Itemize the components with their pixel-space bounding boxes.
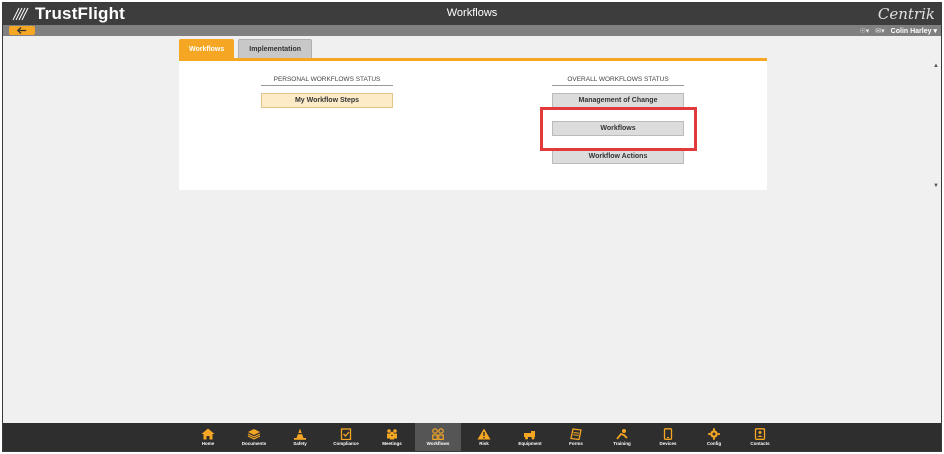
dock-item-safety[interactable]: Safety (277, 423, 323, 451)
tab-implementation[interactable]: Implementation (238, 39, 312, 59)
compliance-icon (340, 428, 352, 440)
meetings-icon (387, 429, 397, 440)
overall-status-heading: OVERALL WORKFLOWS STATUS (552, 76, 684, 86)
dock-label: Training (613, 441, 631, 446)
lightbulb-icon[interactable]: ☉▾ (859, 27, 869, 35)
top-bar: TrustFlight Workflows Centrik (3, 3, 941, 25)
user-name: Colin Harley (890, 27, 932, 35)
forms-icon (570, 428, 582, 440)
dock-item-meetings[interactable]: Meetings (369, 423, 415, 451)
tab-workflows[interactable]: Workflows (179, 39, 235, 59)
dock-item-documents[interactable]: Documents (231, 423, 277, 451)
dock-item-equipment[interactable]: Equipment (507, 423, 553, 451)
dock-label: Risk (479, 441, 489, 446)
devices-icon (663, 428, 673, 440)
app-window: TrustFlight Workflows Centrik ☉▾ ✉▾ Coli… (2, 2, 942, 452)
my-workflow-steps-button[interactable]: My Workflow Steps (261, 93, 393, 108)
centrik-brand: Centrik (877, 5, 935, 23)
dock-label: Equipment (518, 441, 542, 446)
scroll-up-arrow-icon[interactable]: ▲ (933, 63, 939, 69)
dock-label: Config (706, 441, 722, 446)
dock-label: Home (201, 441, 215, 446)
workflows-panel: PERSONAL WORKFLOWS STATUS My Workflow St… (179, 58, 767, 190)
workflows-icon (432, 428, 444, 440)
config-gear-icon (708, 428, 720, 440)
page-title: Workflows (446, 7, 498, 19)
user-menu[interactable]: Colin Harley ▾ (891, 27, 937, 35)
dock-item-training[interactable]: Training (599, 423, 645, 451)
tab-bar: Workflows Implementation (179, 39, 312, 59)
management-of-change-button[interactable]: Management of Change (552, 93, 684, 108)
training-icon (616, 429, 628, 440)
notifications-icon[interactable]: ✉▾ (875, 27, 884, 35)
bottom-dock: Home Documents Safety Compliance Meeting… (3, 423, 941, 451)
back-button[interactable] (9, 26, 35, 35)
dock-label: Safety (293, 441, 307, 446)
dock-item-config[interactable]: Config (691, 423, 737, 451)
dock-item-risk[interactable]: Risk (461, 423, 507, 451)
personal-status-heading: PERSONAL WORKFLOWS STATUS (261, 76, 393, 86)
dock-item-devices[interactable]: Devices (645, 423, 691, 451)
contacts-icon (754, 428, 766, 440)
dock-label: Devices (659, 441, 677, 446)
dock-label: Workflows (426, 441, 450, 446)
dock-item-forms[interactable]: Forms (553, 423, 599, 451)
user-area: ☉▾ ✉▾ Colin Harley ▾ (859, 25, 937, 36)
dock-item-compliance[interactable]: Compliance (323, 423, 369, 451)
home-icon (201, 428, 215, 440)
documents-icon (247, 429, 261, 440)
dock-item-home[interactable]: Home (185, 423, 231, 451)
dock-label: Forms (569, 441, 583, 446)
workflow-actions-button[interactable]: Workflow Actions (552, 149, 684, 164)
dock-label: Meetings (382, 441, 402, 446)
scroll-down-arrow-icon[interactable]: ▼ (933, 183, 939, 189)
sub-toolbar: ☉▾ ✉▾ Colin Harley ▾ (3, 25, 941, 36)
dock-label: Contacts (750, 441, 770, 446)
dock-item-contacts[interactable]: Contacts (737, 423, 783, 451)
dock-label: Compliance (333, 441, 359, 446)
safety-cone-icon (294, 428, 306, 440)
dock-item-workflows[interactable]: Workflows (415, 423, 461, 451)
arrow-left-icon (17, 27, 27, 34)
risk-warning-icon (477, 428, 491, 440)
dock-label: Documents (241, 441, 267, 446)
equipment-icon (524, 431, 535, 440)
highlight-box (540, 107, 697, 151)
